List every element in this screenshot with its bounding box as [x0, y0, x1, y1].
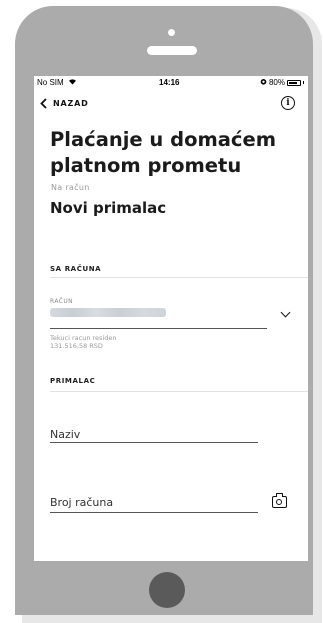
alarm-icon [260, 78, 267, 87]
battery-icon [287, 79, 301, 86]
front-camera [168, 29, 175, 36]
back-button[interactable]: NAZAD [40, 98, 89, 109]
account-balance: 131.516,58 RSD [50, 342, 103, 350]
section-divider [50, 277, 308, 278]
account-field-label: RAČUN [50, 298, 73, 305]
account-type: Tekuci racun residen [50, 334, 117, 342]
page-subtitle: Na račun [51, 183, 90, 192]
carrier-group: No SIM [37, 78, 77, 87]
page-title: Plaćanje u domaćem platnom prometu [50, 128, 277, 177]
chevron-left-icon [40, 98, 47, 109]
info-icon[interactable]: i [281, 96, 295, 110]
info-glyph: i [286, 98, 290, 108]
chevron-down-icon[interactable] [280, 307, 291, 318]
account-number-underline [50, 512, 258, 513]
section-divider [50, 391, 308, 392]
camera-icon[interactable] [272, 493, 287, 508]
app-screen: No SIM 14:16 80% NAZAD i Plaćanje u doma… [34, 76, 308, 561]
status-bar: No SIM 14:16 80% [34, 76, 308, 90]
clock: 14:16 [159, 78, 180, 87]
wifi-icon [68, 78, 77, 87]
account-number-blurred[interactable] [50, 308, 166, 317]
recipient-name-input[interactable]: Naziv [50, 428, 80, 441]
back-label: NAZAD [53, 99, 89, 108]
recipient-section-label: PRIMALAC [50, 377, 96, 385]
nav-bar: NAZAD i [34, 96, 308, 114]
carrier-label: No SIM [37, 78, 64, 87]
earpiece-speaker [147, 46, 197, 55]
recipient-name-underline [50, 442, 258, 443]
recipient-heading: Novi primalac [50, 199, 167, 217]
battery-percent: 80% [268, 78, 285, 87]
from-account-section-label: SA RAČUNA [50, 265, 102, 273]
home-button[interactable] [149, 572, 185, 608]
battery-cap [303, 81, 304, 84]
battery-fill [289, 81, 297, 84]
status-right: 80% [260, 78, 304, 87]
camera-lens [276, 498, 282, 505]
account-number-input[interactable]: Broj računa [50, 496, 113, 509]
account-field-underline [50, 328, 267, 329]
